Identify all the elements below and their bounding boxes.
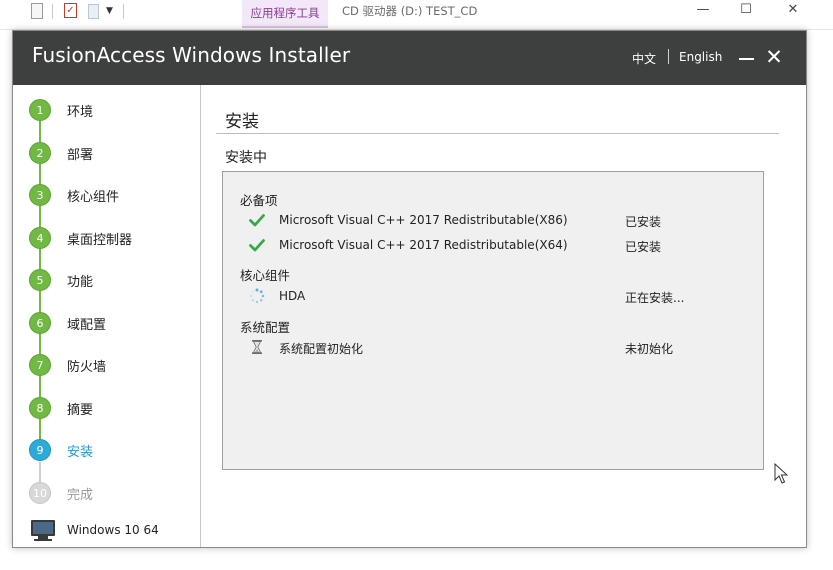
properties-icon[interactable] bbox=[31, 3, 43, 19]
os-info: Windows 10 64 bbox=[29, 520, 199, 544]
step-label: 部署 bbox=[67, 148, 94, 163]
step-features: 5 功能 bbox=[29, 269, 199, 293]
step-desktop-controller: 4 桌面控制器 bbox=[29, 227, 199, 251]
install-progress-panel: 必备项 Microsoft Visual C++ 2017 Redistribu… bbox=[222, 171, 764, 470]
explorer-minimize-button[interactable]: — bbox=[680, 0, 726, 22]
step-label: 安装 bbox=[67, 445, 94, 460]
step-label: 域配置 bbox=[67, 318, 107, 333]
install-item: HDA 正在安装... bbox=[223, 288, 763, 308]
step-number: 9 bbox=[29, 439, 51, 461]
explorer-close-button[interactable]: ✕ bbox=[770, 0, 816, 22]
install-item: Microsoft Visual C++ 2017 Redistributabl… bbox=[223, 237, 763, 257]
step-label: 环境 bbox=[67, 105, 94, 120]
step-firewall: 7 防火墙 bbox=[29, 354, 199, 378]
installer-close-button[interactable]: ✕ bbox=[763, 44, 785, 70]
step-label: 摘要 bbox=[67, 403, 94, 418]
ribbon-context-tab[interactable]: 应用程序工具 bbox=[242, 0, 328, 28]
installer-title: FusionAccess Windows Installer bbox=[32, 43, 351, 67]
item-status: 正在安装... bbox=[625, 291, 685, 305]
os-label: Windows 10 64 bbox=[67, 523, 159, 537]
group-title-core-components: 核心组件 bbox=[240, 268, 291, 283]
item-status: 已安装 bbox=[625, 215, 662, 229]
step-label: 核心组件 bbox=[67, 190, 120, 205]
step-summary: 8 摘要 bbox=[29, 397, 199, 421]
step-number: 5 bbox=[29, 269, 51, 291]
step-label: 功能 bbox=[67, 275, 94, 290]
title-divider bbox=[216, 133, 779, 134]
toolbar-divider bbox=[123, 4, 124, 19]
install-item: 系统配置初始化 未初始化 bbox=[223, 339, 763, 359]
step-install: 9 安装 bbox=[29, 439, 199, 463]
item-name: 系统配置初始化 bbox=[279, 342, 364, 356]
item-name: Microsoft Visual C++ 2017 Redistributabl… bbox=[279, 213, 568, 227]
explorer-maximize-button[interactable]: ☐ bbox=[723, 0, 769, 22]
step-number: 4 bbox=[29, 227, 51, 249]
step-number: 3 bbox=[29, 184, 51, 206]
language-divider bbox=[668, 49, 669, 64]
step-label: 桌面控制器 bbox=[67, 233, 133, 248]
step-finish: 10 完成 bbox=[29, 482, 199, 506]
language-chinese-link[interactable]: 中文 bbox=[632, 50, 656, 67]
hourglass-icon bbox=[252, 340, 262, 354]
group-title-system-config: 系统配置 bbox=[240, 320, 291, 335]
installer-minimize-button[interactable] bbox=[739, 58, 754, 60]
explorer-window-title: CD 驱动器 (D:) TEST_CD bbox=[342, 4, 478, 18]
toolbar-divider bbox=[52, 4, 53, 19]
spinner-icon bbox=[250, 288, 265, 304]
install-item: Microsoft Visual C++ 2017 Redistributabl… bbox=[223, 212, 763, 232]
monitor-base bbox=[34, 539, 52, 541]
step-deployment: 2 部署 bbox=[29, 142, 199, 166]
item-status: 未初始化 bbox=[625, 342, 674, 356]
page-title: 安装 bbox=[225, 112, 259, 132]
item-status: 已安装 bbox=[625, 240, 662, 254]
steps-sidebar: 1 环境 2 部署 3 核心组件 4 桌面控制器 5 功能 6 域配置 7 防火… bbox=[13, 85, 201, 547]
installer-titlebar[interactable]: FusionAccess Windows Installer 中文 Englis… bbox=[13, 31, 806, 85]
step-domain-config: 6 域配置 bbox=[29, 312, 199, 336]
checklist-icon[interactable]: ✓ bbox=[64, 3, 77, 18]
step-environment: 1 环境 bbox=[29, 99, 199, 123]
group-title-prerequisites: 必备项 bbox=[240, 193, 278, 208]
step-label: 完成 bbox=[67, 488, 94, 503]
step-core-components: 3 核心组件 bbox=[29, 184, 199, 208]
install-status-heading: 安装中 bbox=[225, 150, 267, 166]
mouse-cursor-icon bbox=[774, 463, 788, 484]
monitor-icon bbox=[31, 520, 55, 536]
step-number: 10 bbox=[29, 482, 51, 504]
customize-toolbar-icon[interactable]: ▼ bbox=[106, 2, 113, 20]
check-icon bbox=[249, 239, 265, 252]
step-number: 8 bbox=[29, 397, 51, 419]
check-icon bbox=[249, 214, 265, 227]
item-name: HDA bbox=[279, 289, 306, 303]
step-number: 2 bbox=[29, 142, 51, 164]
main-content: 安装 安装中 必备项 Microsoft Visual C++ 2017 Red… bbox=[202, 85, 806, 547]
item-name: Microsoft Visual C++ 2017 Redistributabl… bbox=[279, 238, 568, 252]
step-label: 防火墙 bbox=[67, 360, 107, 375]
step-number: 6 bbox=[29, 312, 51, 334]
background-explorer-window: ✓ ▼ 应用程序工具 CD 驱动器 (D:) TEST_CD — ☐ ✕ bbox=[0, 0, 833, 30]
step-number: 1 bbox=[29, 99, 51, 121]
language-english-link[interactable]: English bbox=[679, 50, 722, 64]
step-number: 7 bbox=[29, 354, 51, 376]
new-document-icon[interactable] bbox=[88, 4, 99, 19]
installer-window: FusionAccess Windows Installer 中文 Englis… bbox=[12, 30, 807, 548]
